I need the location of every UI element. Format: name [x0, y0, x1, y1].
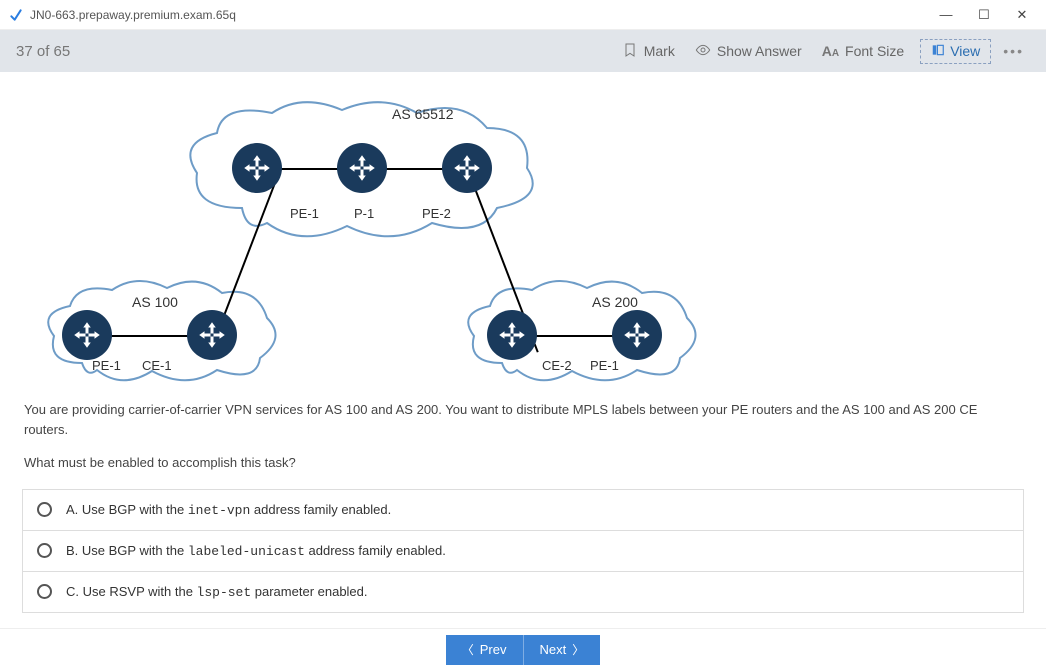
- font-size-button[interactable]: AA Font Size: [812, 39, 915, 63]
- chevron-right-icon: 〉: [572, 641, 584, 658]
- radio-icon: [37, 584, 52, 599]
- window-title: JN0-663.prepaway.premium.exam.65q: [30, 8, 936, 22]
- router-br-inner-label: CE-2: [542, 358, 572, 373]
- question-prompt: What must be enabled to accomplish this …: [24, 453, 1022, 473]
- question-progress: 37 of 65: [16, 43, 70, 60]
- radio-icon: [37, 543, 52, 558]
- cloud-right-label: AS 200: [592, 294, 638, 310]
- option-a-text: A. Use BGP with the inet-vpn address fam…: [66, 502, 391, 518]
- router-bl-inner: [187, 310, 237, 360]
- font-size-label: Font Size: [845, 43, 904, 59]
- close-button[interactable]: ✕: [1012, 7, 1032, 23]
- font-size-icon: AA: [822, 43, 839, 59]
- bookmark-icon: [622, 42, 638, 61]
- link-left-cloud: [102, 335, 197, 337]
- radio-icon: [37, 502, 52, 517]
- mark-button[interactable]: Mark: [612, 38, 685, 65]
- view-button[interactable]: View: [920, 39, 991, 64]
- prev-label: Prev: [480, 642, 507, 657]
- router-p1: [337, 143, 387, 193]
- minimize-button[interactable]: —: [936, 7, 956, 22]
- option-a[interactable]: A. Use BGP with the inet-vpn address fam…: [23, 490, 1023, 531]
- option-c[interactable]: C. Use RSVP with the lsp-set parameter e…: [23, 572, 1023, 612]
- router-pe2-label: PE-2: [422, 206, 451, 221]
- router-bl-outer-label: PE-1: [92, 358, 121, 373]
- next-label: Next: [540, 642, 567, 657]
- router-bl-outer: [62, 310, 112, 360]
- options-list: A. Use BGP with the inet-vpn address fam…: [22, 489, 1024, 613]
- router-p1-label: P-1: [354, 206, 374, 221]
- view-label: View: [950, 43, 980, 59]
- show-answer-label: Show Answer: [717, 43, 802, 59]
- option-b-text: B. Use BGP with the labeled-unicast addr…: [66, 543, 446, 559]
- router-br-outer: [612, 310, 662, 360]
- router-pe1-top-label: PE-1: [290, 206, 319, 221]
- toolbar: 37 of 65 Mark Show Answer AA Font Size V…: [0, 30, 1046, 72]
- router-br-outer-label: PE-1: [590, 358, 619, 373]
- mark-label: Mark: [644, 43, 675, 59]
- router-br-inner: [487, 310, 537, 360]
- router-bl-inner-label: CE-1: [142, 358, 172, 373]
- router-pe2: [442, 143, 492, 193]
- option-c-text: C. Use RSVP with the lsp-set parameter e…: [66, 584, 368, 600]
- prev-button[interactable]: 〈 Prev: [446, 635, 524, 665]
- window-titlebar: JN0-663.prepaway.premium.exam.65q — ☐ ✕: [0, 0, 1046, 30]
- router-pe1-top: [232, 143, 282, 193]
- cloud-left-label: AS 100: [132, 294, 178, 310]
- more-button[interactable]: •••: [997, 43, 1030, 59]
- chevron-left-icon: 〈: [462, 641, 474, 658]
- app-icon: [8, 7, 24, 23]
- option-b[interactable]: B. Use BGP with the labeled-unicast addr…: [23, 531, 1023, 572]
- eye-icon: [695, 42, 711, 61]
- show-answer-button[interactable]: Show Answer: [685, 38, 812, 65]
- view-icon: [931, 43, 945, 60]
- nav-bar: 〈 Prev Next 〉: [0, 628, 1046, 670]
- question-body: You are providing carrier-of-carrier VPN…: [24, 400, 1022, 439]
- content-area: AS 65512 AS 100 AS 200 PE-1 P: [0, 72, 1046, 628]
- network-diagram: AS 65512 AS 100 AS 200 PE-1 P: [32, 88, 712, 388]
- next-button[interactable]: Next 〉: [524, 635, 601, 665]
- maximize-button[interactable]: ☐: [974, 7, 994, 23]
- cloud-top-label: AS 65512: [392, 106, 454, 122]
